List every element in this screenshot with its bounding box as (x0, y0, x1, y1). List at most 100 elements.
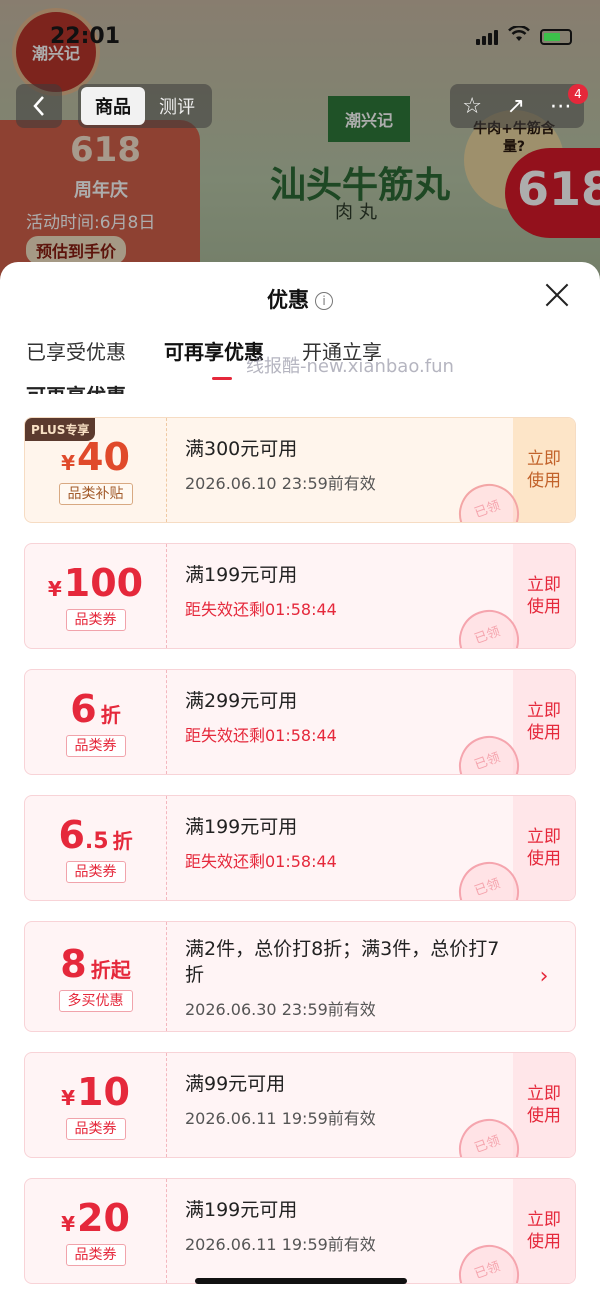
coupon-condition: 满99元可用 (185, 1073, 286, 1095)
amount-number: 20 (77, 1196, 130, 1240)
coupon-amount: ¥ 10 (61, 1070, 130, 1114)
coupon-card: PLUS专享 ¥ 40 品类补贴 满300元可用 2026.06.10 23:5… (24, 417, 576, 523)
use-now-label: 立即使用 (527, 1084, 561, 1126)
use-now-button[interactable]: 立即使用 (513, 796, 575, 900)
coupon-card: 6 .5 折 品类券 满199元可用 距失效还剩01:58:44 已领 立即使用 (24, 795, 576, 901)
close-button[interactable] (544, 282, 570, 308)
coupon-details: 满300元可用 2026.06.10 23:59前有效 已领 (167, 418, 528, 522)
coupon-value: 8 折起 多买优惠 (25, 922, 167, 1031)
offers-sheet: 优惠 i 已享受优惠 可再享优惠 开通立享 线报酷-new.xianbao.fun… (0, 262, 600, 1298)
use-now-button[interactable]: 立即使用 (513, 1053, 575, 1157)
coupon-amount: 8 折起 (60, 942, 130, 986)
message-count-badge: 4 (568, 84, 588, 104)
coupon-value: ¥ 10 品类券 (25, 1053, 167, 1157)
currency-symbol: ¥ (61, 1086, 76, 1110)
discount-suffix: 折 (100, 703, 121, 727)
coupon-condition: 满2件，总价打8折；满3件，总价打7折 (185, 938, 500, 986)
coupon-tag: 品类券 (65, 1244, 126, 1266)
coupon-condition: 满199元可用 (185, 1199, 298, 1221)
tab-product[interactable]: 商品 (81, 87, 145, 125)
coupon-countdown: 距失效还剩01:58:44 (185, 852, 337, 871)
coupon-tag: 品类券 (65, 1118, 126, 1140)
use-now-button[interactable]: 立即使用 (513, 1179, 575, 1283)
cellular-signal-icon (476, 29, 498, 45)
coupon-validity: 2026.06.11 19:59前有效 (185, 1109, 376, 1128)
share-icon[interactable]: ↗ (507, 94, 525, 119)
use-now-button[interactable]: 立即使用 (513, 418, 575, 522)
amount-number: 6 (70, 687, 97, 731)
plus-badge: PLUS专享 (25, 418, 96, 441)
use-now-label: 立即使用 (527, 1210, 561, 1252)
currency-symbol: ¥ (47, 577, 62, 601)
section-title: 可再享优惠 (26, 380, 126, 394)
coupon-tag: 品类补贴 (58, 483, 133, 505)
coupon-amount: ¥ 100 (48, 561, 143, 605)
coupon-details: 满2件，总价打8折；满3件，总价打7折 2026.06.30 23:59前有效 (167, 922, 513, 1031)
coupon-condition: 满299元可用 (185, 690, 298, 712)
sheet-title: 优惠 i (0, 284, 600, 314)
amount-number: 10 (77, 1070, 130, 1114)
use-now-label: 立即使用 (527, 701, 561, 743)
product-review-switch: 商品 测评 (78, 84, 212, 128)
top-actions: ☆ ↗ ⋯ (450, 84, 584, 128)
coupon-validity: 2026.06.30 23:59前有效 (185, 1000, 376, 1019)
wifi-icon (508, 25, 530, 47)
status-icons (476, 25, 572, 47)
coupon-amount: 6 .5 折 (58, 813, 132, 857)
back-button[interactable] (16, 84, 62, 128)
coupon-tag: 品类券 (65, 609, 126, 631)
use-now-label: 立即使用 (527, 449, 561, 491)
coupon-validity: 2026.06.10 23:59前有效 (185, 474, 376, 493)
chevron-left-icon (33, 96, 44, 116)
amount-number: 8 (60, 941, 87, 986)
coupon-value: 6 折 品类券 (25, 670, 167, 774)
coupon-value: PLUS专享 ¥ 40 品类补贴 (25, 418, 167, 522)
sheet-header: 优惠 i (0, 262, 600, 332)
coupon-amount: 6 折 (70, 687, 120, 731)
coupon-tag: 多买优惠 (58, 989, 133, 1012)
star-icon[interactable]: ☆ (462, 94, 482, 119)
watermark: 线报酷-new.xianbao.fun (246, 356, 454, 377)
sheet-title-text: 优惠 (267, 288, 309, 312)
discount-suffix: 折起 (90, 957, 131, 982)
coupon-details: 满299元可用 距失效还剩01:58:44 已领 (167, 670, 528, 774)
coupon-condition: 满300元可用 (185, 438, 298, 460)
info-icon[interactable]: i (315, 292, 333, 310)
coupon-amount: ¥ 20 (61, 1196, 130, 1240)
coupon-condition: 满199元可用 (185, 564, 298, 586)
currency-symbol: ¥ (61, 451, 76, 475)
amount-number: 40 (77, 435, 130, 479)
use-now-button[interactable]: 立即使用 (513, 544, 575, 648)
coupon-countdown: 距失效还剩01:58:44 (185, 600, 337, 619)
coupon-details: 满199元可用 距失效还剩01:58:44 已领 (167, 544, 528, 648)
coupon-card: 6 折 品类券 满299元可用 距失效还剩01:58:44 已领 立即使用 (24, 669, 576, 775)
amount-number: 6 (58, 813, 85, 857)
coupon-tag: 品类券 (65, 861, 126, 883)
amount-decimal: .5 (84, 829, 109, 854)
use-now-label: 立即使用 (527, 575, 561, 617)
coupon-tag: 品类券 (65, 735, 126, 757)
amount-number: 100 (63, 561, 144, 605)
coupon-condition: 满199元可用 (185, 816, 298, 838)
multi-buy-offer[interactable]: 8 折起 多买优惠 满2件，总价打8折；满3件，总价打7折 2026.06.30… (24, 921, 576, 1032)
coupon-value: ¥ 100 品类券 (25, 544, 167, 648)
coupon-validity: 2026.06.11 19:59前有效 (185, 1235, 376, 1254)
coupon-card: ¥ 10 品类券 满99元可用 2026.06.11 19:59前有效 已领 立… (24, 1052, 576, 1158)
discount-suffix: 折 (112, 829, 133, 853)
coupon-countdown: 距失效还剩01:58:44 (185, 726, 337, 745)
coupon-details: 满99元可用 2026.06.11 19:59前有效 已领 (167, 1053, 528, 1157)
coupon-details: 满199元可用 2026.06.11 19:59前有效 已领 (167, 1179, 528, 1283)
coupon-value: 6 .5 折 品类券 (25, 796, 167, 900)
home-indicator[interactable] (195, 1278, 407, 1284)
use-now-button[interactable]: 立即使用 (513, 670, 575, 774)
coupon-card: ¥ 100 品类券 满199元可用 距失效还剩01:58:44 已领 立即使用 (24, 543, 576, 649)
coupon-value: ¥ 20 品类券 (25, 1179, 167, 1283)
status-time: 22:01 (50, 24, 121, 49)
currency-symbol: ¥ (61, 1212, 76, 1236)
coupon-details: 满199元可用 距失效还剩01:58:44 已领 (167, 796, 528, 900)
tab-review[interactable]: 测评 (145, 87, 209, 125)
chevron-right-icon[interactable]: › (513, 922, 575, 1031)
battery-icon (540, 28, 572, 45)
tab-enjoyed-offers[interactable]: 已享受优惠 (26, 332, 126, 382)
use-now-label: 立即使用 (527, 827, 561, 869)
